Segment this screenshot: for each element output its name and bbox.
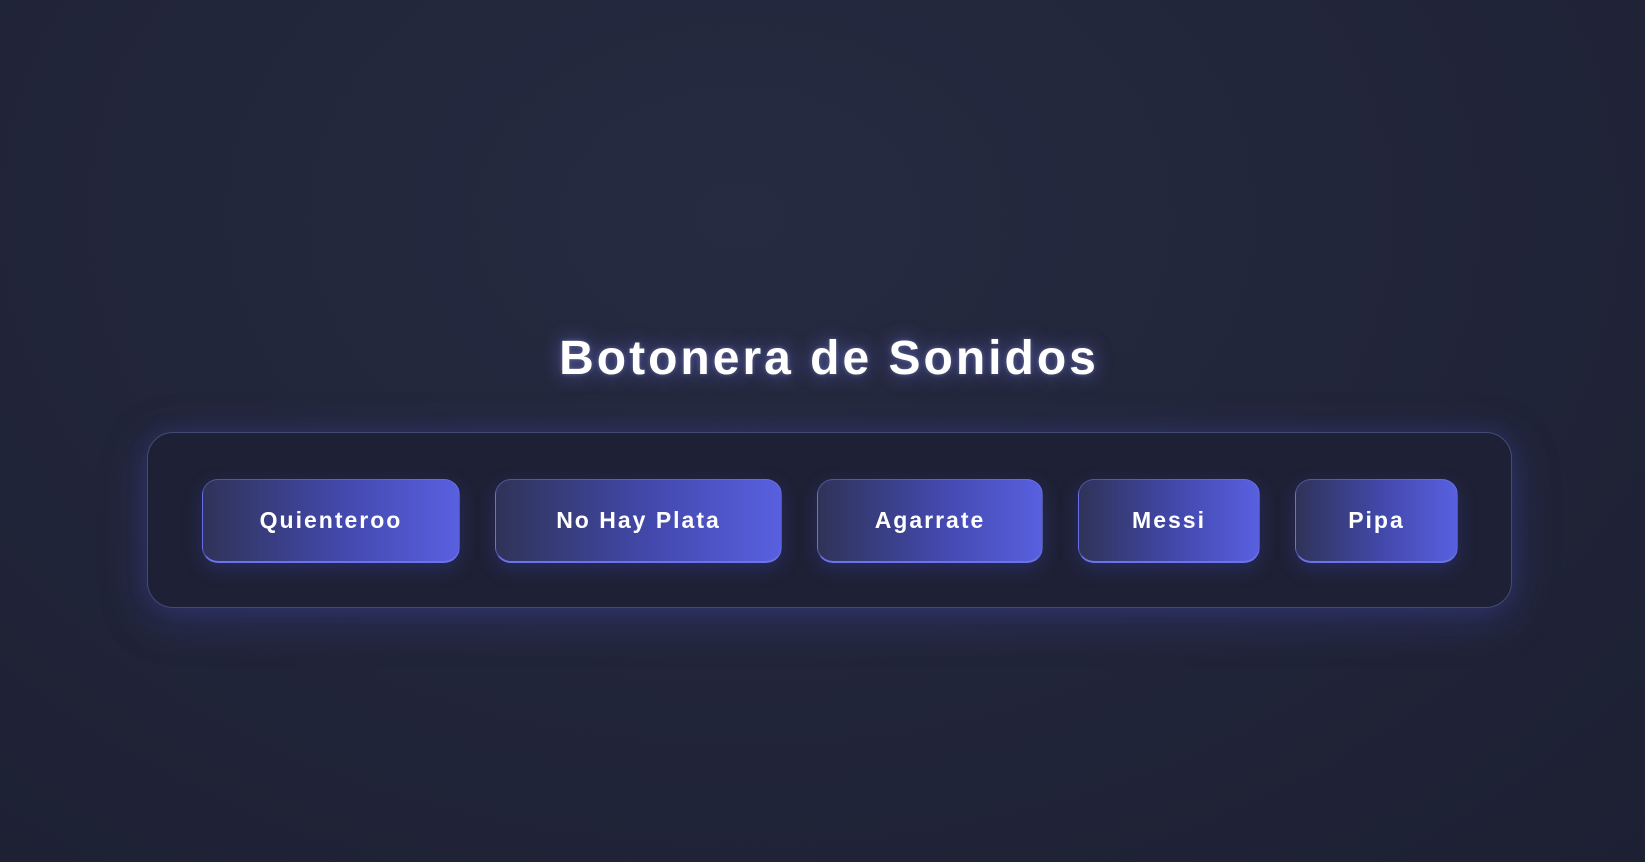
sound-button-label: Pipa [1348, 507, 1405, 533]
sound-button-pipa[interactable]: Pipa [1295, 479, 1458, 563]
sound-button-messi[interactable]: Messi [1078, 479, 1260, 563]
page-title: Botonera de Sonidos [559, 332, 1099, 385]
sound-button-label: Agarrate [874, 507, 986, 533]
sound-button-quienteroo[interactable]: Quienteroo [202, 479, 460, 563]
sound-button-no-hay-plata[interactable]: No Hay Plata [495, 479, 782, 563]
sound-button-label: Quienteroo [259, 507, 403, 533]
sound-button-agarrate[interactable]: Agarrate [817, 479, 1043, 563]
sound-button-label: Messi [1132, 507, 1206, 533]
sound-button-label: No Hay Plata [556, 507, 721, 533]
